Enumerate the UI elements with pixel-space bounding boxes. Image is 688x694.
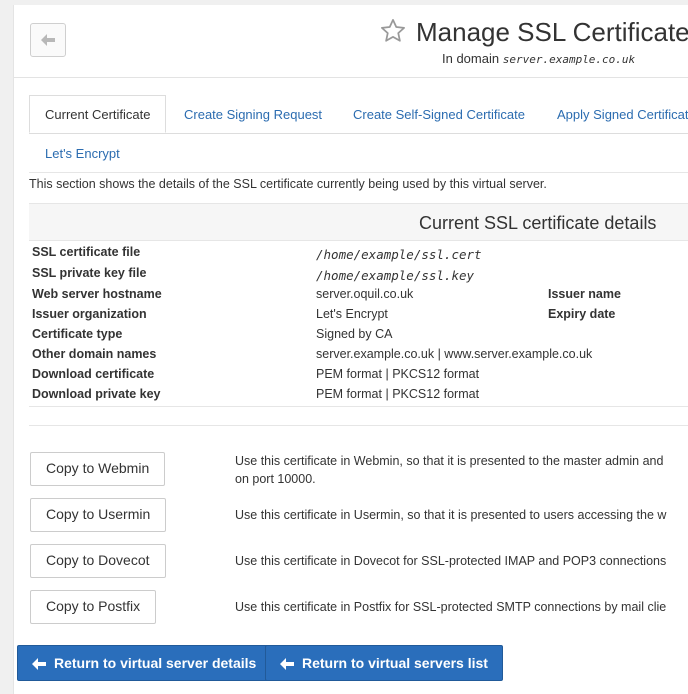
star-outline-icon[interactable] bbox=[379, 17, 407, 45]
issuer-name-label: Issuer name bbox=[548, 287, 621, 301]
return-to-servers-list-button[interactable]: Return to virtual servers list bbox=[265, 645, 503, 681]
download-cert-pkcs12-link[interactable]: PKCS12 format bbox=[392, 367, 479, 381]
hostname-label: Web server hostname bbox=[32, 287, 162, 301]
tabs-baseline bbox=[29, 133, 688, 134]
arrow-left-icon bbox=[41, 34, 55, 46]
download-key-label: Download private key bbox=[32, 387, 161, 401]
page-title: Manage SSL Certificate bbox=[416, 17, 688, 47]
download-cert-pem-link[interactable]: PEM format bbox=[316, 367, 382, 381]
cert-file-label: SSL certificate file bbox=[32, 245, 141, 259]
copy-to-webmin-desc-line2: on port 10000. bbox=[235, 472, 316, 486]
copy-to-webmin-desc-line1: Use this certificate in Webmin, so that … bbox=[235, 454, 664, 468]
issuer-org-value: Let's Encrypt bbox=[316, 307, 388, 321]
tab-lets-encrypt[interactable]: Let's Encrypt bbox=[45, 146, 120, 161]
download-cert-links: PEM format | PKCS12 format bbox=[316, 367, 479, 381]
tab-current-certificate[interactable]: Current Certificate bbox=[29, 95, 167, 133]
back-button[interactable] bbox=[30, 23, 66, 57]
cert-type-label: Certificate type bbox=[32, 327, 123, 341]
download-key-links: PEM format | PKCS12 format bbox=[316, 387, 479, 401]
cert-file-value: /home/example/ssl.cert bbox=[316, 247, 482, 262]
copy-to-webmin-button[interactable]: Copy to Webmin bbox=[30, 452, 166, 486]
link-separator: | bbox=[382, 387, 393, 401]
hostname-value: server.oquil.co.uk bbox=[316, 287, 414, 301]
copy-to-usermin-button[interactable]: Copy to Usermin bbox=[30, 498, 167, 532]
key-file-value: /home/example/ssl.key bbox=[316, 268, 475, 283]
download-cert-label: Download certificate bbox=[32, 367, 155, 381]
expiry-date-label: Expiry date bbox=[548, 307, 616, 321]
tab-create-signing-request[interactable]: Create Signing Request bbox=[184, 107, 322, 122]
side-strip bbox=[0, 0, 14, 694]
details-header: Current SSL certificate details bbox=[29, 204, 688, 241]
subtitle-prefix: In domain bbox=[442, 51, 500, 66]
page-subtitle: In domain server.example.co.uk bbox=[442, 51, 635, 66]
issuer-org-label: Issuer organization bbox=[32, 307, 147, 321]
copy-to-usermin-description: Use this certificate in Usermin, so that… bbox=[235, 508, 667, 522]
copy-to-webmin-description: Use this certificate in Webmin, so that … bbox=[235, 452, 663, 488]
copy-to-postfix-button[interactable]: Copy to Postfix bbox=[30, 590, 157, 624]
tab-apply-signed[interactable]: Apply Signed Certificate bbox=[557, 107, 688, 122]
domain-name: server.example.co.uk bbox=[502, 53, 636, 66]
tab-create-self-signed[interactable]: Create Self-Signed Certificate bbox=[353, 107, 525, 122]
return-to-server-details-button[interactable]: Return to virtual server details bbox=[17, 645, 272, 681]
return-to-server-details-label: Return to virtual server details bbox=[54, 655, 257, 671]
section-description: This section shows the details of the SS… bbox=[29, 177, 547, 191]
arrow-left-icon bbox=[32, 658, 46, 670]
certificate-details-table: Current SSL certificate details SSL cert… bbox=[29, 203, 688, 407]
other-domains-value: server.example.co.uk | www.server.exampl… bbox=[316, 347, 593, 361]
details-title: Current SSL certificate details bbox=[419, 213, 657, 233]
copy-to-dovecot-description: Use this certificate in Dovecot for SSL-… bbox=[235, 554, 667, 568]
key-file-label: SSL private key file bbox=[32, 266, 147, 280]
download-key-pem-link[interactable]: PEM format bbox=[316, 387, 382, 401]
copy-to-dovecot-button[interactable]: Copy to Dovecot bbox=[30, 544, 166, 578]
cert-type-value: Signed by CA bbox=[316, 327, 393, 341]
return-to-servers-list-label: Return to virtual servers list bbox=[302, 655, 488, 671]
link-separator: | bbox=[382, 367, 393, 381]
page-header: Manage SSL Certificate In domain server.… bbox=[14, 5, 688, 78]
download-key-pkcs12-link[interactable]: PKCS12 format bbox=[392, 387, 479, 401]
section-divider bbox=[29, 425, 688, 426]
tabs-divider bbox=[29, 172, 688, 173]
copy-to-postfix-description: Use this certificate in Postfix for SSL-… bbox=[235, 600, 667, 614]
arrow-left-icon bbox=[280, 658, 294, 670]
other-domains-label: Other domain names bbox=[32, 347, 157, 361]
